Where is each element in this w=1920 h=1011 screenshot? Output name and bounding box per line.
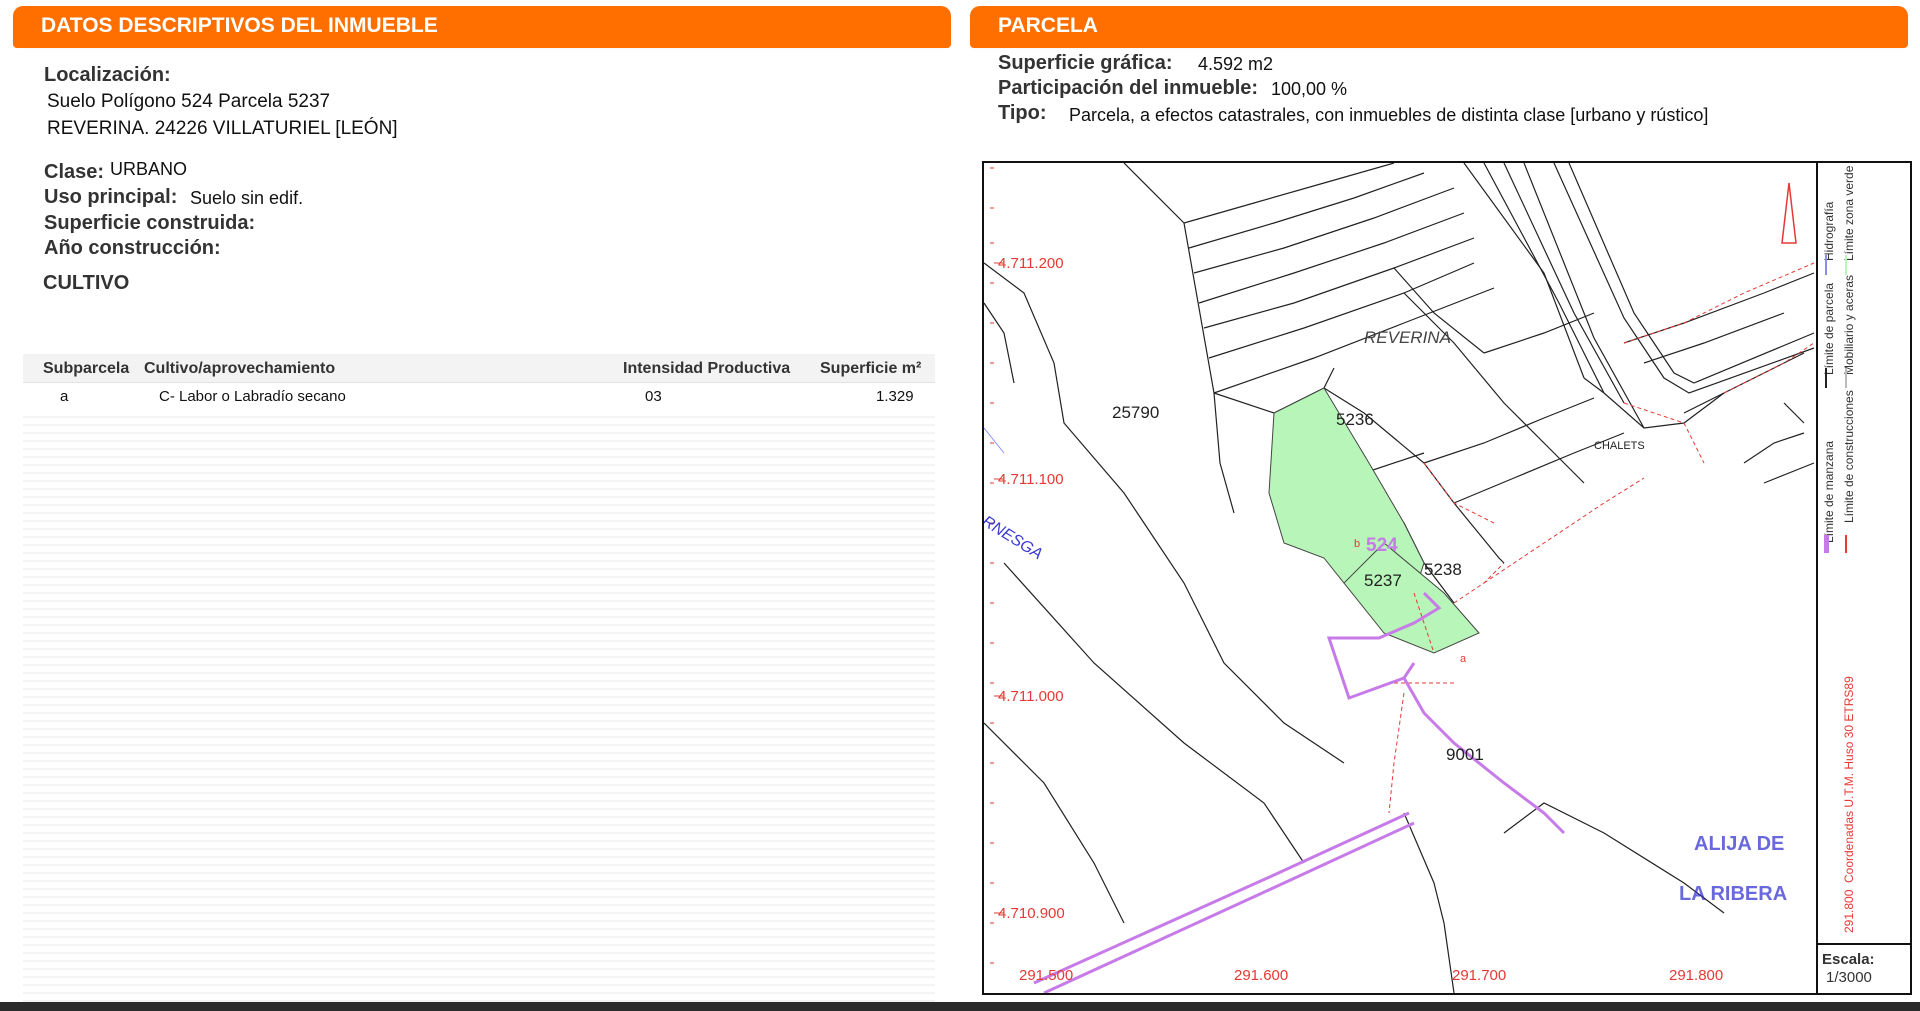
clase-value: URBANO: [110, 159, 188, 179]
header-superficie: Superficie m²: [820, 360, 922, 377]
y-coord-1: 4.711.200: [998, 255, 1064, 272]
tipo-label: Tipo:: [998, 102, 1047, 124]
scale-value: 1/3000: [1826, 969, 1872, 986]
cultivo-table: Subparcela Cultivo/aprovechamiento Inten…: [23, 354, 935, 1002]
place-chalets: CHALETS: [1594, 440, 1645, 452]
scale-label: Escala:: [1822, 951, 1875, 968]
poligono-label: 524: [1366, 535, 1398, 556]
legend-mobiliario: Mobiliario y aceras: [1842, 274, 1856, 375]
table-header: Subparcela Cultivo/aprovechamiento Inten…: [23, 354, 935, 383]
y-coord-4: 4.710.900: [998, 905, 1065, 922]
cell-subparcela: a: [60, 388, 69, 405]
anio-construccion-label: Año construcción:: [44, 237, 221, 259]
legend-swatch-zona-verde: [1845, 255, 1847, 275]
superficie-grafica-value: 4.592 m2: [1198, 54, 1274, 74]
alija-line2: LA RIBERA: [1679, 883, 1788, 905]
clase-label: Clase:: [44, 161, 105, 183]
x-coord-1: 291.500: [1019, 967, 1074, 984]
uso-label: Uso principal:: [44, 186, 178, 208]
header-intensidad: Intensidad Productiva: [623, 360, 791, 377]
tipo-value: Parcela, a efectos catastrales, con inmu…: [1069, 105, 1709, 125]
localizacion-label: Localización:: [44, 64, 171, 86]
legend-swatch-mobiliario: [1845, 368, 1847, 388]
subparcel-a: a: [1460, 653, 1467, 665]
cadastral-map[interactable]: 4.711.200 4.711.100 4.711.000 4.710.900 …: [982, 161, 1912, 995]
cell-superficie: 1.329: [876, 388, 914, 405]
header-subparcela: Subparcela: [43, 360, 130, 377]
header-cultivo: Cultivo/aprovechamiento: [144, 360, 336, 377]
parcel-25790: 25790: [1112, 403, 1160, 422]
y-coord-3: 4.711.000: [998, 688, 1064, 705]
parcel-9001: 9001: [1446, 745, 1484, 764]
coord-note: Coordenadas U.T.M. Huso 30 ETRS89: [1842, 676, 1856, 883]
address-line1: Suelo Polígono 524 Parcela 5237: [47, 91, 331, 112]
scale-divider: [1818, 943, 1910, 945]
legend-manzana: Límite de manzana: [1822, 440, 1836, 543]
participacion-label: Participación del inmueble:: [998, 77, 1259, 99]
cultivo-title: CULTIVO: [43, 272, 130, 294]
window-bottom-bar: [0, 1002, 1920, 1011]
place-reverina: REVERINA: [1364, 328, 1451, 347]
parcel-5238: 5238: [1424, 560, 1462, 579]
cell-intensidad: 03: [645, 388, 662, 405]
alija-line1: ALIJA DE: [1694, 833, 1785, 855]
uso-value: Suelo sin edif.: [190, 188, 304, 208]
legend-swatch-manzana: [1824, 535, 1829, 553]
grid-ticks: [990, 167, 1004, 964]
datos-descriptivos-panel: DATOS DESCRIPTIVOS DEL INMUEBLE Localiza…: [13, 6, 951, 1002]
participacion-value: 100,00 %: [1271, 79, 1348, 99]
address-line2: REVERINA. 24226 VILLATURIEL [LEÓN]: [47, 118, 398, 139]
legend-divider: [1816, 163, 1818, 993]
x-coord-3: 291.700: [1452, 967, 1507, 984]
road-lines: [1553, 163, 1815, 394]
parcel-5237: 5237: [1364, 571, 1402, 590]
datos-banner: DATOS DESCRIPTIVOS DEL INMUEBLE: [13, 6, 951, 48]
parcel-5236: 5236: [1336, 410, 1374, 429]
legend-parcela: Límite de parcela: [1822, 282, 1836, 375]
legend-zona-verde: Límite zona verde: [1842, 165, 1856, 261]
legend-construcciones: Límite de construcciones: [1842, 390, 1856, 523]
legend-swatch-parcela: [1825, 368, 1827, 388]
table-row: a C- Labor o Labradío secano 03 1.329: [23, 383, 935, 411]
manzana-boundary: [1033, 591, 1566, 993]
x-coord-4: 291.800: [1669, 967, 1724, 984]
superficie-grafica-label: Superficie gráfica:: [998, 52, 1173, 74]
parcela-panel: PARCELA Superficie gráfica: 4.592 m2 Par…: [970, 6, 1912, 1002]
legend-swatch-hidrografia: [1825, 255, 1827, 275]
cell-cultivo: C- Labor o Labradío secano: [159, 388, 346, 405]
construction-limits: [1388, 262, 1815, 814]
hidrografia: [984, 427, 1005, 454]
north-arrow: [1781, 182, 1797, 244]
subparcel-b: b: [1354, 538, 1361, 550]
legend-hidrografia: Hidrografía: [1822, 201, 1836, 261]
x-coord-2: 291.600: [1234, 967, 1289, 984]
legend-swatch-construcciones: [1845, 535, 1847, 553]
superficie-construida-label: Superficie construida:: [44, 212, 256, 234]
parcela-banner: PARCELA: [970, 6, 1908, 48]
y-coord-2: 4.711.100: [998, 471, 1064, 488]
coord-prefix: 291.800: [1842, 889, 1856, 933]
